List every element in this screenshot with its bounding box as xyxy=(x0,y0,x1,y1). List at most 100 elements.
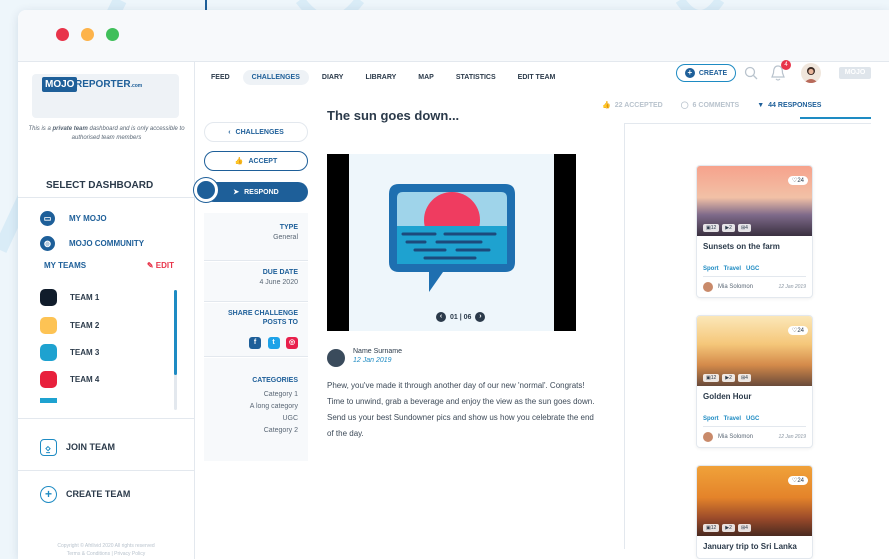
category-item: A long category xyxy=(249,403,298,410)
close-window-button[interactable] xyxy=(56,28,69,41)
type-label: TYPE xyxy=(279,224,298,231)
teams-scrollbar-thumb[interactable] xyxy=(174,290,177,375)
response-card[interactable]: ♡24 ▣12 ▶2 ⊞4 Golden Hour Sport Travel U… xyxy=(696,315,813,448)
plus-icon: + xyxy=(40,485,57,503)
author-avatar xyxy=(703,282,713,292)
thumbs-up-icon: 👍 xyxy=(602,102,611,109)
media-letterbox xyxy=(327,154,349,331)
instagram-icon[interactable]: ◎ xyxy=(286,337,298,349)
minimize-window-button[interactable] xyxy=(81,28,94,41)
tag[interactable]: Travel xyxy=(724,416,741,422)
video-count: ▶2 xyxy=(722,224,735,232)
nav-edit-team[interactable]: EDIT TEAM xyxy=(509,70,565,85)
create-button[interactable]: + CREATE xyxy=(676,64,736,82)
photo-count: ▣12 xyxy=(703,374,720,382)
due-date-value: 4 June 2020 xyxy=(259,279,298,286)
accept-label: ACCEPT xyxy=(248,157,278,165)
filter-icon: ▼ xyxy=(757,101,765,109)
nav-map[interactable]: MAP xyxy=(409,70,443,85)
response-card[interactable]: ♡24 ▣12 ▶2 ⊞4 January trip to Sri Lanka xyxy=(696,465,813,559)
team-item[interactable]: TEAM 1 xyxy=(40,288,100,306)
photo-count: ▣12 xyxy=(703,524,720,532)
nav-feed[interactable]: FEED xyxy=(202,70,239,85)
twitter-icon[interactable]: t xyxy=(267,337,280,349)
author-avatar[interactable] xyxy=(327,349,345,367)
chevron-left-icon: ‹ xyxy=(228,128,231,136)
tag[interactable]: Sport xyxy=(703,416,719,422)
dashboard-label: MOJO COMMUNITY xyxy=(69,238,145,248)
media-counts: ▣12 ▶2 ⊞4 xyxy=(703,374,751,382)
create-team-button[interactable]: + CREATE TEAM xyxy=(40,484,130,504)
create-label: CREATE xyxy=(698,69,728,77)
response-title: January trip to Sri Lanka xyxy=(703,542,797,551)
next-arrow-icon[interactable]: › xyxy=(475,312,486,322)
team-item[interactable]: TEAM 3 xyxy=(40,343,99,361)
tag[interactable]: UGC xyxy=(746,416,759,422)
search-icon[interactable] xyxy=(744,66,758,80)
divider xyxy=(18,470,195,471)
nav-statistics[interactable]: STATISTICS xyxy=(447,70,505,85)
author-name[interactable]: Name Surname xyxy=(353,348,402,355)
challenge-media[interactable]: ‹ 01 | 06 › xyxy=(327,154,576,331)
media-letterbox xyxy=(554,154,576,331)
sidebar: MOJO REPORTER.com This is a private team… xyxy=(18,62,195,559)
team-item[interactable]: TEAM 2 xyxy=(40,316,99,334)
type-value: General xyxy=(273,234,298,241)
categories-block: CATEGORIES Category 1 A long category UG… xyxy=(204,358,308,461)
divider xyxy=(18,418,195,419)
nav-challenges[interactable]: CHALLENGES xyxy=(242,70,309,85)
tab-accepted[interactable]: 👍 22 ACCEPTED xyxy=(602,101,663,110)
challenge-title: The sun goes down... xyxy=(327,108,460,123)
photo-count: ▣12 xyxy=(703,224,720,232)
tag[interactable]: Travel xyxy=(724,266,741,272)
team-item-partial[interactable] xyxy=(40,398,70,403)
select-dashboard-heading: SELECT DASHBOARD xyxy=(46,180,154,191)
media-counts: ▣12 ▶2 ⊞4 xyxy=(703,224,751,232)
accept-button[interactable]: 👍 ACCEPT xyxy=(204,151,308,171)
tab-responses[interactable]: ▼ 44 RESPONSES xyxy=(757,101,821,109)
respond-label: RESPOND xyxy=(244,188,279,196)
user-avatar[interactable] xyxy=(801,63,821,83)
create-team-label: CREATE TEAM xyxy=(66,489,131,499)
nav-library[interactable]: LIBRARY xyxy=(356,70,405,85)
pager-label: 01 | 06 xyxy=(450,313,472,321)
back-to-challenges-button[interactable]: ‹ CHALLENGES xyxy=(204,122,308,142)
respond-button[interactable]: ➤ RESPOND xyxy=(204,182,308,202)
join-team-button[interactable]: ⍚ JOIN TEAM xyxy=(40,437,115,457)
back-label: CHALLENGES xyxy=(235,128,284,136)
team-color xyxy=(40,370,57,388)
other-count: ⊞4 xyxy=(737,224,751,232)
response-card[interactable]: ♡24 ▣12 ▶2 ⊞4 Sunsets on the farm Sport … xyxy=(696,165,813,298)
response-image: ♡24 ▣12 ▶2 ⊞4 xyxy=(697,316,812,386)
category-item: UGC xyxy=(282,415,298,422)
previous-arrow-icon[interactable]: ‹ xyxy=(436,312,446,322)
author-avatar xyxy=(703,432,713,442)
mini-logo: MOJO xyxy=(839,67,871,79)
nav-diary[interactable]: DIARY xyxy=(313,70,353,85)
response-title: Golden Hour xyxy=(703,392,752,401)
team-item[interactable]: TEAM 4 xyxy=(40,370,100,388)
maximize-window-button[interactable] xyxy=(106,28,119,41)
tag[interactable]: UGC xyxy=(746,266,759,272)
active-tab-indicator xyxy=(800,117,871,119)
response-image: ♡24 ▣12 ▶2 ⊞4 xyxy=(697,466,812,536)
copyright: Copyright © Afrilivid 2020 All rights re… xyxy=(57,543,155,557)
facebook-icon[interactable]: f xyxy=(249,337,262,349)
likes-badge: ♡24 xyxy=(787,176,808,185)
window-titlebar xyxy=(18,10,889,62)
edit-teams-link[interactable]: ✎ EDIT xyxy=(147,261,174,270)
dashboard-my-mojo[interactable]: ▭ MY MOJO xyxy=(40,210,107,226)
team-label: TEAM 4 xyxy=(70,374,100,384)
join-team-label: JOIN TEAM xyxy=(66,442,116,452)
tag[interactable]: Sport xyxy=(703,266,719,272)
likes-badge: ♡24 xyxy=(787,326,808,335)
send-icon: ➤ xyxy=(233,189,240,196)
my-teams-heading: MY TEAMS ✎ EDIT xyxy=(44,261,174,270)
response-title: Sunsets on the farm xyxy=(703,242,780,251)
response-author: Mia Solomon 12 Jan 2019 xyxy=(697,277,812,297)
team-color xyxy=(40,316,57,334)
team-label: TEAM 1 xyxy=(70,292,100,302)
tab-comments[interactable]: ◯ 6 COMMENTS xyxy=(681,101,740,110)
dashboard-mojo-community[interactable]: ◍ MOJO COMMUNITY xyxy=(40,235,144,251)
plus-icon: + xyxy=(684,68,695,78)
